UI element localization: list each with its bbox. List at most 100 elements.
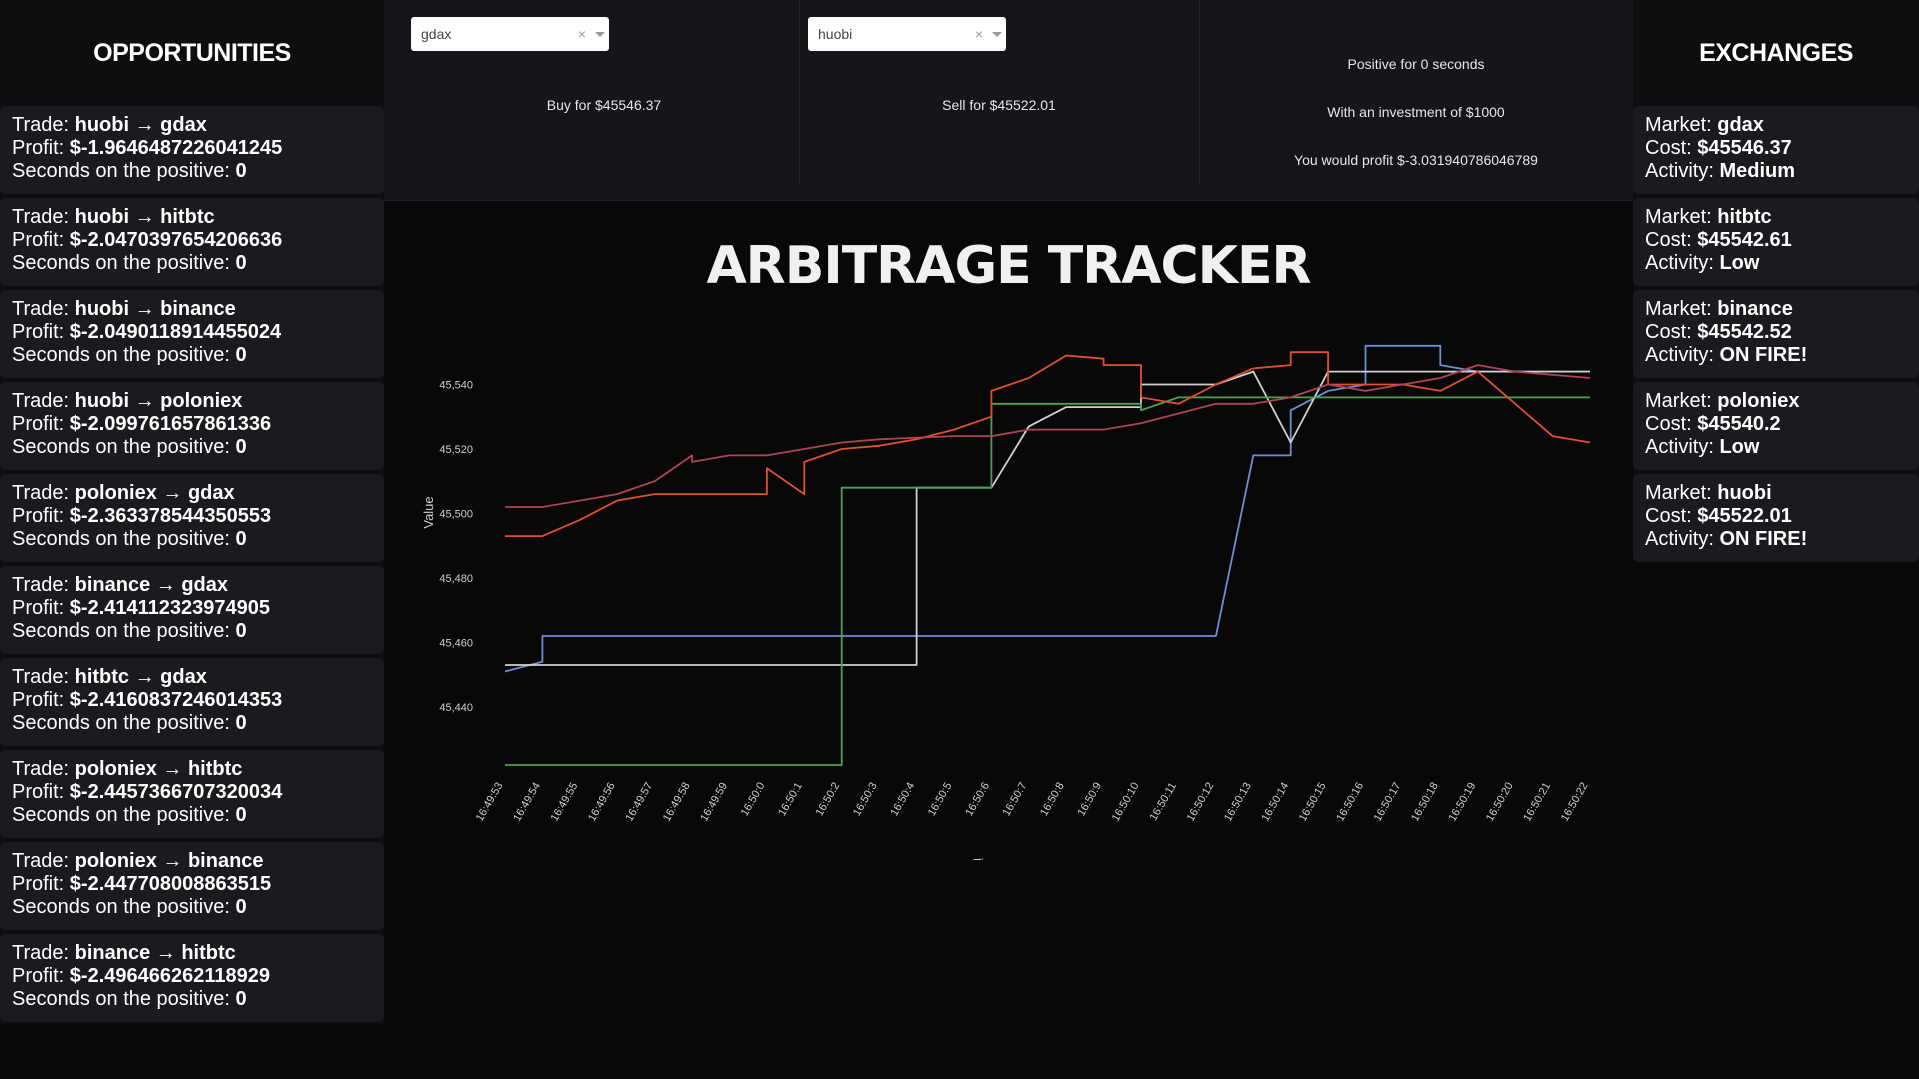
opportunity-card: Trade: hitbtc → gdax Profit: $-2.41608372… <box>0 658 384 746</box>
page-title: ARBITRAGE TRACKER <box>706 236 1311 296</box>
profit-value: $-2.4457366707320034 <box>69 781 283 803</box>
trade-line: Trade: binance → gdax <box>12 574 372 597</box>
seconds-label: Seconds on the positive: <box>12 252 236 274</box>
x-tick-label: 16:50:13 <box>1222 781 1254 824</box>
opportunity-card: Trade: binance → gdax Profit: $-2.4141123… <box>0 566 384 654</box>
cost-label: Cost: <box>1645 413 1698 435</box>
trade-line: Trade: huobi → hitbtc <box>12 206 372 229</box>
chevron-down-icon[interactable] <box>988 24 1006 44</box>
profit-line: Profit: $-2.414112323974905 <box>12 597 372 620</box>
x-tick-label: 16:49:56 <box>586 781 618 824</box>
exchange-card: Market: huobi Cost: $45522.01 Activity: ON… <box>1633 474 1919 562</box>
trade-pair: binance → gdax <box>74 574 228 596</box>
profit-value: $-2.0470397654206636 <box>69 229 283 251</box>
x-tick-label: 16:50:21 <box>1521 781 1553 824</box>
profit-value: $-2.496466262118929 <box>69 965 271 987</box>
trade-label: Trade: <box>12 390 75 412</box>
seconds-line: Seconds on the positive: 0 <box>12 344 372 367</box>
trade-label: Trade: <box>12 114 75 136</box>
market-value: poloniex <box>1717 390 1800 412</box>
seconds-value: 0 <box>235 896 247 918</box>
market-value: binance <box>1717 298 1793 320</box>
exchanges-title: EXCHANGES <box>1699 38 1853 67</box>
x-tick-label: 16:50:4 <box>888 781 917 819</box>
seconds-label: Seconds on the positive: <box>12 896 236 918</box>
market-label: Market: <box>1645 482 1718 504</box>
profit-value: $-1.9646487226041245 <box>69 137 283 159</box>
trade-line: Trade: hitbtc → gdax <box>12 666 372 689</box>
profit-line: Profit: $-2.496466262118929 <box>12 965 372 988</box>
control-panel: gdax × Buy for $45546.37 huobi × Sell fo… <box>384 0 1633 201</box>
profit-text: You would profit $-3.031940786046789 <box>1294 152 1538 168</box>
x-tick-label: 16:49:55 <box>549 781 581 824</box>
activity-label: Activity: <box>1645 344 1720 366</box>
trade-line: Trade: huobi → gdax <box>12 114 372 137</box>
x-tick-label: 16:50:20 <box>1484 781 1516 824</box>
exchanges-list: Market: gdax Cost: $45546.37 Activity: Med… <box>1633 106 1919 562</box>
seconds-line: Seconds on the positive: 0 <box>12 620 372 643</box>
x-tick-label: 16:50:2 <box>814 781 843 819</box>
y-tick-label: 45,500 <box>439 508 473 520</box>
investment-text: With an investment of $1000 <box>1327 104 1505 120</box>
profit-label: Profit: <box>12 321 70 343</box>
clear-icon[interactable]: × <box>970 26 988 42</box>
market-line: Market: poloniex <box>1645 390 1907 413</box>
trade-line: Trade: poloniex → binance <box>12 850 372 873</box>
y-tick-label: 45,440 <box>439 702 473 714</box>
x-tick-label: 16:50:6 <box>963 781 992 819</box>
activity-value: ON FIRE! <box>1719 528 1808 550</box>
market-label: Market: <box>1645 298 1718 320</box>
seconds-label: Seconds on the positive: <box>12 344 236 366</box>
seconds-value: 0 <box>235 620 247 642</box>
trade-label: Trade: <box>12 574 75 596</box>
profit-line: Profit: $-2.099761657861336 <box>12 413 372 436</box>
seconds-line: Seconds on the positive: 0 <box>12 712 372 735</box>
buy-exchange-select[interactable]: gdax × <box>411 17 609 51</box>
seconds-line: Seconds on the positive: 0 <box>12 896 372 919</box>
seconds-value: 0 <box>235 528 247 550</box>
activity-label: Activity: <box>1645 160 1720 182</box>
profit-label: Profit: <box>12 689 70 711</box>
profit-label: Profit: <box>12 597 70 619</box>
clear-icon[interactable]: × <box>573 26 591 42</box>
opportunity-card: Trade: huobi → gdax Profit: $-1.964648722… <box>0 106 384 194</box>
sell-select-value: huobi <box>818 26 853 42</box>
cost-line: Cost: $45540.2 <box>1645 413 1907 436</box>
profit-line: Profit: $-2.4457366707320034 <box>12 781 372 804</box>
x-tick-label: 16:50:15 <box>1297 781 1329 824</box>
seconds-value: 0 <box>235 344 247 366</box>
trade-label: Trade: <box>12 298 75 320</box>
trade-line: Trade: poloniex → hitbtc <box>12 758 372 781</box>
x-tick-label: 16:50:22 <box>1559 781 1591 824</box>
seconds-label: Seconds on the positive: <box>12 160 236 182</box>
cost-value: $45542.52 <box>1697 321 1792 343</box>
exchange-card: Market: poloniex Cost: $45540.2 Activity: … <box>1633 382 1919 470</box>
cost-value: $45542.61 <box>1697 229 1792 251</box>
profit-line: Profit: $-2.0470397654206636 <box>12 229 372 252</box>
trade-label: Trade: <box>12 206 75 228</box>
cost-label: Cost: <box>1645 229 1698 251</box>
y-axis-title: Value <box>421 496 436 528</box>
market-line: Market: gdax <box>1645 114 1907 137</box>
market-line: Market: hitbtc <box>1645 206 1907 229</box>
market-line: Market: binance <box>1645 298 1907 321</box>
x-tick-label: 16:50:14 <box>1259 781 1291 824</box>
y-tick-label: 45,540 <box>439 379 473 391</box>
profit-line: Profit: $-2.363378544350553 <box>12 505 372 528</box>
cost-value: $45546.37 <box>1697 137 1792 159</box>
seconds-value: 0 <box>235 252 247 274</box>
profit-value: $-2.4160837246014353 <box>69 689 283 711</box>
series-line-5 <box>505 364 1591 508</box>
price-line-chart: 45,440 45,460 45,480 45,500 45,520 45,540 16:4… <box>421 344 1591 860</box>
profit-value: $-2.414112323974905 <box>69 597 271 619</box>
opportunity-card: Trade: poloniex → binance Profit: $-2.447… <box>0 842 384 930</box>
trade-pair: huobi → binance <box>74 298 236 320</box>
sell-column: huobi × Sell for $45522.01 <box>799 0 1200 185</box>
activity-line: Activity: Low <box>1645 252 1907 275</box>
profit-line: Profit: $-2.447708008863515 <box>12 873 372 896</box>
sell-exchange-select[interactable]: huobi × <box>808 17 1006 51</box>
x-tick-label: 16:50:17 <box>1372 781 1404 824</box>
chevron-down-icon[interactable] <box>591 24 609 44</box>
trade-pair: poloniex → binance <box>74 850 264 872</box>
trade-pair: huobi → hitbtc <box>74 206 215 228</box>
